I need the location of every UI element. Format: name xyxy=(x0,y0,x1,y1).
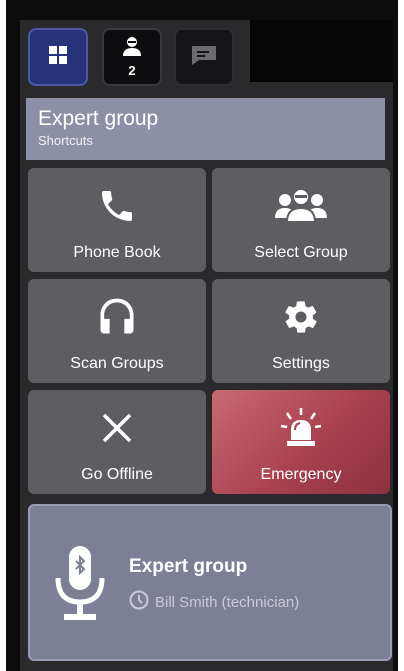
tab-messages[interactable] xyxy=(174,28,234,86)
emergency-button[interactable]: Emergency xyxy=(212,390,390,494)
scan-groups-label: Scan Groups xyxy=(70,355,164,372)
app-screen: 2 Expert group Shortcuts Phone Book Sele… xyxy=(20,20,393,671)
phone-icon xyxy=(97,186,137,226)
user-icon xyxy=(121,36,143,61)
device-frame: 2 Expert group Shortcuts Phone Book Sele… xyxy=(6,0,398,671)
settings-button[interactable]: Settings xyxy=(212,279,390,383)
microphone-icon xyxy=(52,546,108,631)
group-title: Expert group xyxy=(38,107,159,130)
message-icon xyxy=(191,45,217,70)
emergency-label: Emergency xyxy=(260,466,342,483)
group-header: Expert group Shortcuts xyxy=(26,98,385,160)
status-area xyxy=(250,20,393,82)
gear-icon xyxy=(282,297,320,337)
headphones-icon xyxy=(95,297,139,337)
phone-book-button[interactable]: Phone Book xyxy=(28,168,206,272)
clock-icon xyxy=(129,590,149,614)
go-offline-label: Go Offline xyxy=(81,466,153,483)
push-to-talk-panel[interactable]: Expert group Bill Smith (technician) xyxy=(28,504,392,661)
contacts-count-badge: 2 xyxy=(128,63,136,78)
ptt-speaker-row: Bill Smith (technician) xyxy=(129,590,299,614)
group-icon xyxy=(275,186,327,226)
scan-groups-button[interactable]: Scan Groups xyxy=(28,279,206,383)
select-group-label: Select Group xyxy=(254,244,348,261)
alarm-icon xyxy=(279,408,323,448)
settings-label: Settings xyxy=(272,355,330,372)
grid-icon xyxy=(48,45,68,70)
close-icon xyxy=(100,408,134,448)
select-group-button[interactable]: Select Group xyxy=(212,168,390,272)
group-subtitle: Shortcuts xyxy=(38,133,93,148)
tab-shortcuts[interactable] xyxy=(28,28,88,86)
phone-book-label: Phone Book xyxy=(73,244,161,261)
ptt-speaker-name: Bill Smith (technician) xyxy=(155,593,300,611)
ptt-group-title: Expert group xyxy=(129,556,248,577)
tab-contacts[interactable]: 2 xyxy=(102,28,162,86)
go-offline-button[interactable]: Go Offline xyxy=(28,390,206,494)
